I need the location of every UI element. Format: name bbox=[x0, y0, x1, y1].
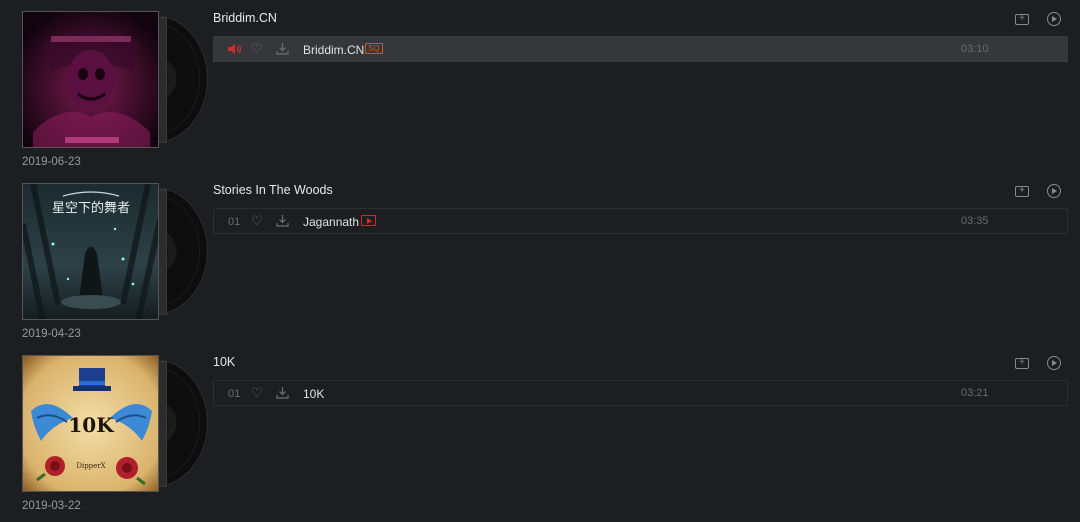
track-row[interactable]: 01 ♡ Jagannath 03:35 bbox=[213, 208, 1068, 234]
track-name[interactable]: Briddim.CN bbox=[303, 43, 364, 57]
download-icon[interactable] bbox=[276, 214, 289, 227]
album-cover[interactable] bbox=[22, 11, 159, 148]
cover-artist-text: DipperX bbox=[76, 462, 105, 470]
sleeve-edge bbox=[158, 17, 167, 143]
speaker-icon bbox=[228, 44, 242, 54]
cover-title-text: 星空下的舞者 bbox=[52, 200, 130, 216]
track-number: 01 bbox=[228, 216, 241, 228]
track-duration: 03:10 bbox=[961, 43, 989, 55]
album-cover-wrap[interactable] bbox=[22, 11, 208, 148]
mv-play-icon[interactable] bbox=[361, 215, 376, 226]
album-cover-wrap[interactable]: 星空下的舞者 bbox=[22, 183, 208, 320]
heart-icon[interactable]: ♡ bbox=[251, 214, 263, 228]
cover-title-text: 10K bbox=[68, 413, 114, 437]
album-title[interactable]: 10K bbox=[213, 355, 235, 369]
album-section: 星空下的舞者 2019-04-23 Stories In The Woods +… bbox=[0, 172, 1080, 344]
play-circle-icon[interactable] bbox=[1047, 184, 1061, 198]
album-cover[interactable]: 10K DipperX bbox=[22, 355, 159, 492]
track-row[interactable]: ♡ Briddim.CN SQ 03:10 bbox=[213, 36, 1068, 62]
folder-add-icon[interactable]: + bbox=[1015, 14, 1029, 25]
album-title[interactable]: Stories In The Woods bbox=[213, 183, 333, 197]
sleeve-edge bbox=[158, 189, 167, 315]
sleeve-edge bbox=[158, 361, 167, 487]
album-section: 10K DipperX 2019-03-22 10K + 01 ♡ 10K 03… bbox=[0, 344, 1080, 516]
track-name[interactable]: Jagannath bbox=[303, 215, 359, 229]
folder-add-icon[interactable]: + bbox=[1015, 358, 1029, 369]
play-circle-icon[interactable] bbox=[1047, 356, 1061, 370]
track-number: 01 bbox=[228, 388, 241, 400]
album-section: 2019-06-23 Briddim.CN + ♡ Briddim.CN SQ … bbox=[0, 0, 1080, 172]
release-date: 2019-06-23 bbox=[22, 156, 81, 168]
play-circle-icon[interactable] bbox=[1047, 12, 1061, 26]
album-title[interactable]: Briddim.CN bbox=[213, 11, 277, 25]
sq-badge: SQ bbox=[365, 43, 383, 54]
track-duration: 03:21 bbox=[961, 387, 989, 399]
heart-icon[interactable]: ♡ bbox=[251, 42, 263, 56]
download-icon[interactable] bbox=[276, 42, 289, 55]
album-cover-wrap[interactable]: 10K DipperX bbox=[22, 355, 208, 492]
track-row[interactable]: 01 ♡ 10K 03:21 bbox=[213, 380, 1068, 406]
download-icon[interactable] bbox=[276, 386, 289, 399]
release-date: 2019-04-23 bbox=[22, 328, 81, 340]
folder-add-icon[interactable]: + bbox=[1015, 186, 1029, 197]
track-name[interactable]: 10K bbox=[303, 387, 324, 401]
heart-icon[interactable]: ♡ bbox=[251, 386, 263, 400]
track-duration: 03:35 bbox=[961, 215, 989, 227]
release-date: 2019-03-22 bbox=[22, 500, 81, 512]
album-cover[interactable]: 星空下的舞者 bbox=[22, 183, 159, 320]
